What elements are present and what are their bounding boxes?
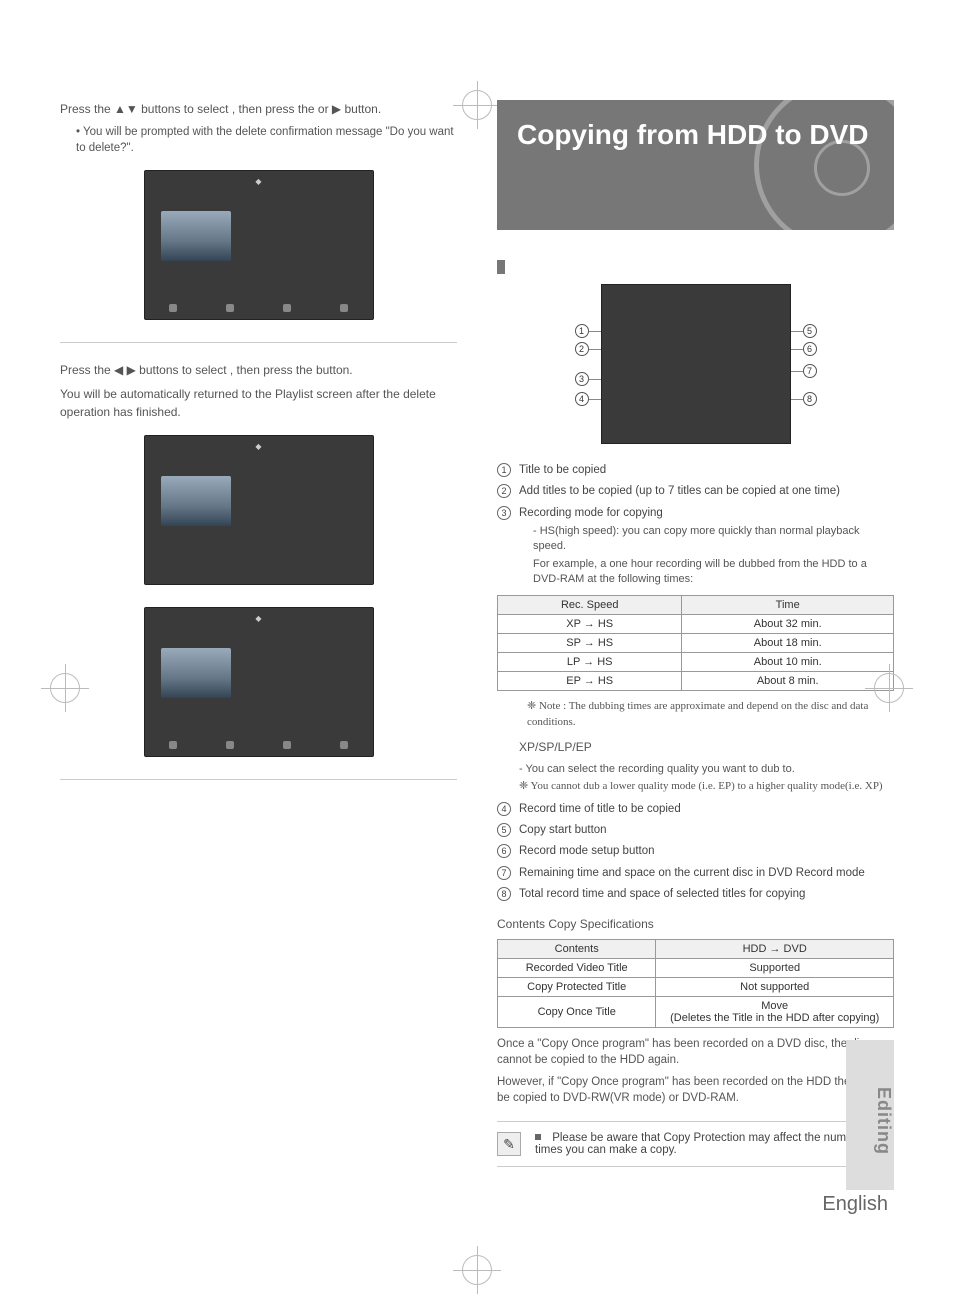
- legend-item-5: 5Copy start button: [497, 822, 894, 839]
- callout-3: 3: [575, 372, 589, 386]
- step7-text: Press the ◀ ▶ buttons to select , then p…: [60, 361, 457, 379]
- legend-list-bottom: 4Record time of title to be copied 5Copy…: [497, 801, 894, 903]
- spec-row: Copy Once TitleMove (Deletes the Title i…: [498, 997, 894, 1028]
- callout-5: 5: [803, 324, 817, 338]
- disc-graphic: [754, 100, 894, 230]
- legend-item-1: 1 Title to be copied: [497, 462, 894, 479]
- callout-1: 1: [575, 324, 589, 338]
- step7-c: button.: [316, 363, 353, 377]
- note-icon: ✎: [497, 1132, 521, 1156]
- mode-b1: - You can select the recording quality y…: [497, 762, 894, 777]
- ui-screenshot-delete-confirm: ◆: [144, 170, 374, 320]
- callout-7: 7: [803, 364, 817, 378]
- speed-row: XP → HSAbout 32 min.: [498, 615, 894, 634]
- speed-row: LP → HSAbout 10 min.: [498, 653, 894, 672]
- crop-mark-bottom: [462, 1255, 492, 1285]
- step7-body: You will be automatically returned to th…: [60, 385, 457, 421]
- legend-list-top: 1 Title to be copied 2 Add titles to be …: [497, 462, 894, 587]
- legend-item-7: 7Remaining time and space on the current…: [497, 865, 894, 882]
- left-column: Press the ▲▼ buttons to select , then pr…: [60, 100, 457, 1216]
- right-column: Copying from HDD to DVD 1 2 3 4 5 6 7: [497, 100, 894, 1216]
- legend-item-3: 3 Recording mode for copying - HS(high s…: [497, 505, 894, 588]
- speed-head-1: Time: [682, 596, 894, 615]
- separator: [60, 342, 457, 343]
- legend-item-6: 6Record mode setup button: [497, 843, 894, 860]
- crop-mark-top: [462, 90, 492, 120]
- callout-4: 4: [575, 392, 589, 406]
- ui-screenshot-playlist-2: ◆: [144, 607, 374, 757]
- crop-mark-right: [874, 673, 904, 703]
- side-tab-editing: Editing: [846, 1040, 894, 1190]
- bullet-icon: [535, 1134, 541, 1140]
- spec-caption: Contents Copy Specifications: [497, 917, 894, 931]
- dub-note: ❈ Note : The dubbing times are approxima…: [497, 699, 894, 730]
- callout-2: 2: [575, 342, 589, 356]
- speed-row: SP → HSAbout 18 min.: [498, 634, 894, 653]
- para-copy-once-2: However, if "Copy Once program" has been…: [497, 1074, 894, 1106]
- step7-a: Press the ◀ ▶ buttons to select: [60, 363, 230, 377]
- section-title-block: Copying from HDD to DVD: [497, 100, 894, 230]
- legend-item-2: 2 Add titles to be copied (up to 7 title…: [497, 483, 894, 500]
- legend-item-4: 4Record time of title to be copied: [497, 801, 894, 818]
- callout-6: 6: [803, 342, 817, 356]
- mode-head: XP/SP/LP/EP: [497, 738, 894, 756]
- note-box: ✎ Please be aware that Copy Protection m…: [497, 1121, 894, 1156]
- separator-2: [60, 779, 457, 780]
- step6-b: , then press the: [232, 102, 318, 116]
- speed-row: EP → HSAbout 8 min.: [498, 672, 894, 691]
- speed-table: Rec. Speed Time XP → HSAbout 32 min. SP …: [497, 595, 894, 691]
- separator-bottom: [497, 1166, 894, 1167]
- spec-head-1: HDD → DVD: [656, 940, 894, 959]
- spec-row: Recorded Video TitleSupported: [498, 959, 894, 978]
- copy-screen-diagram: 1 2 3 4 5 6 7 8: [571, 284, 821, 444]
- speed-head-0: Rec. Speed: [498, 596, 682, 615]
- subhead-marker: [497, 260, 505, 274]
- spec-table: Contents HDD → DVD Recorded Video TitleS…: [497, 939, 894, 1028]
- ui-screenshot-playlist-1: ◆: [144, 435, 374, 585]
- spec-head-0: Contents: [498, 940, 656, 959]
- step6-sub: • You will be prompted with the delete c…: [60, 124, 457, 156]
- spec-row: Copy Protected TitleNot supported: [498, 978, 894, 997]
- para-copy-once-1: Once a "Copy Once program" has been reco…: [497, 1036, 894, 1068]
- callout-8: 8: [803, 392, 817, 406]
- page-footer-lang: English: [497, 1193, 894, 1216]
- step6-text: Press the ▲▼ buttons to select , then pr…: [60, 100, 457, 118]
- step6-a: Press the ▲▼ buttons to select: [60, 102, 232, 116]
- legend-item-8: 8Total record time and space of selected…: [497, 886, 894, 903]
- mode-b2: ❈ You cannot dub a lower quality mode (i…: [497, 779, 894, 794]
- step6-c: or ▶ button.: [318, 102, 381, 116]
- step7-b: , then press the: [230, 363, 316, 377]
- note-text: Please be aware that Copy Protection may…: [535, 1132, 875, 1156]
- crop-mark-left: [50, 673, 80, 703]
